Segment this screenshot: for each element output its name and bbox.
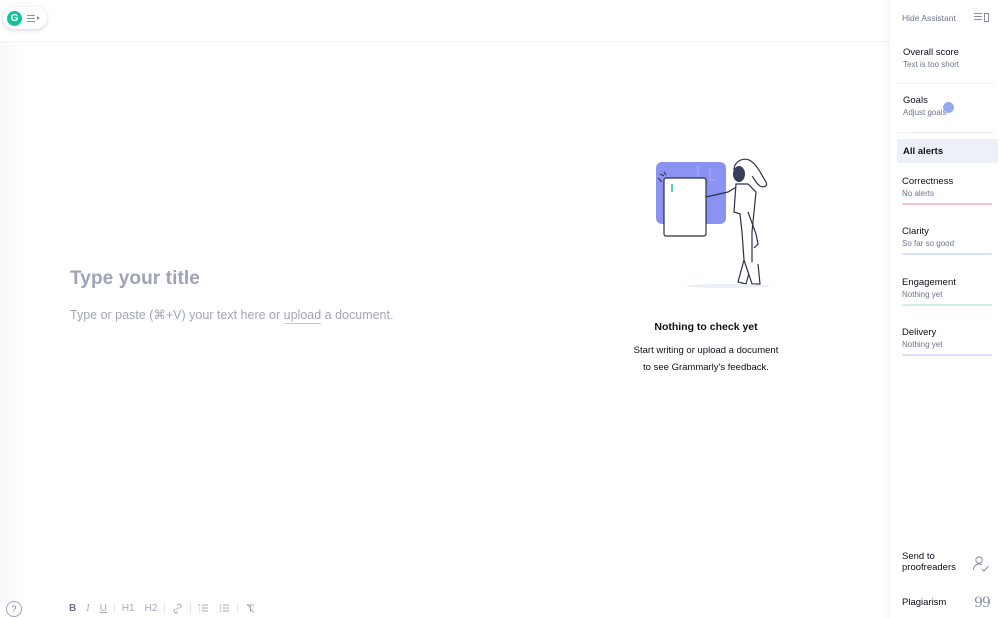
quote-icon[interactable]: 99 bbox=[974, 596, 991, 610]
upload-link[interactable]: upload bbox=[283, 308, 322, 324]
category-bar bbox=[902, 253, 992, 255]
underline-button[interactable]: U bbox=[100, 600, 107, 616]
heading2-button[interactable]: H2 bbox=[145, 600, 158, 616]
hide-assistant-button[interactable]: Hide Assistant bbox=[902, 13, 956, 23]
category-bar bbox=[902, 304, 992, 306]
category-correctness[interactable]: Correctness No alerts bbox=[902, 176, 992, 205]
body-placeholder-text: Type or paste (⌘+V) your text here or bbox=[70, 308, 284, 322]
grammarly-menu-button[interactable]: G bbox=[3, 7, 47, 29]
empty-state-title: Nothing to check yet bbox=[654, 321, 758, 333]
proofreader-icon[interactable] bbox=[972, 555, 990, 573]
toolbar-divider bbox=[237, 603, 239, 613]
bullet-list-icon bbox=[220, 604, 230, 612]
body-input[interactable]: Type or paste (⌘+V) your text here or up… bbox=[70, 307, 394, 324]
overall-score[interactable]: Overall score Text is too short bbox=[903, 47, 959, 69]
assistant-sidebar: Hide Assistant Overall score Text is too… bbox=[890, 0, 1000, 618]
formatting-toolbar: B I U H1 H2 bbox=[64, 600, 261, 616]
category-status: Nothing yet bbox=[902, 340, 943, 349]
empty-state-description: Start writing or upload a document bbox=[633, 345, 779, 356]
grammarly-logo-icon: G bbox=[7, 10, 22, 26]
toolbar-divider bbox=[164, 603, 166, 613]
goals-label: Goals bbox=[903, 95, 928, 106]
adjust-goals-link[interactable]: Adjust goals bbox=[903, 108, 947, 117]
goals[interactable]: Goals Adjust goals bbox=[903, 95, 947, 117]
category-status: So far so good bbox=[902, 239, 955, 248]
category-label: Correctness bbox=[902, 176, 954, 187]
plagiarism-button[interactable]: Plagiarism bbox=[902, 597, 946, 608]
sidebar-divider bbox=[898, 132, 994, 133]
send-to-proofreaders-label: Send to bbox=[902, 551, 935, 562]
ordered-list-icon bbox=[198, 604, 209, 612]
sidebar-toggle-icon[interactable] bbox=[974, 13, 990, 22]
category-engagement[interactable]: Engagement Nothing yet bbox=[902, 277, 992, 306]
sidebar-divider bbox=[898, 83, 994, 84]
editor-left-shade bbox=[0, 42, 22, 602]
all-alerts-tab[interactable]: All alerts bbox=[897, 139, 998, 163]
ordered-list-button[interactable] bbox=[198, 600, 209, 616]
title-input[interactable]: Type your title bbox=[70, 268, 200, 290]
category-bar bbox=[902, 354, 992, 356]
help-button[interactable]: ? bbox=[6, 601, 22, 617]
send-to-proofreaders-button[interactable]: Send to proofreaders bbox=[902, 551, 956, 573]
category-bar bbox=[902, 203, 992, 205]
category-delivery[interactable]: Delivery Nothing yet bbox=[902, 327, 992, 356]
overall-score-label: Overall score bbox=[903, 47, 959, 58]
bullet-list-button[interactable] bbox=[219, 600, 230, 616]
editor[interactable]: G Type your title Type or paste (⌘+V) yo… bbox=[0, 0, 890, 618]
category-clarity[interactable]: Clarity So far so good bbox=[902, 226, 992, 255]
send-to-proofreaders-label-2: proofreaders bbox=[902, 562, 956, 573]
overall-score-status: Text is too short bbox=[903, 60, 960, 69]
category-label: Engagement bbox=[902, 277, 956, 288]
category-label: Clarity bbox=[902, 226, 929, 237]
link-icon bbox=[173, 603, 182, 613]
category-label: Delivery bbox=[902, 327, 937, 338]
bold-button[interactable]: B bbox=[69, 600, 76, 616]
body-placeholder-text-end: a document. bbox=[321, 308, 394, 322]
clear-format-button[interactable] bbox=[245, 600, 256, 616]
heading1-button[interactable]: H1 bbox=[122, 600, 135, 616]
editor-top-divider bbox=[0, 41, 890, 42]
chevron-right-icon bbox=[37, 16, 40, 20]
category-status: Nothing yet bbox=[902, 290, 943, 299]
link-button[interactable] bbox=[172, 600, 183, 616]
clear-format-icon bbox=[247, 603, 255, 613]
menu-icon bbox=[27, 14, 35, 22]
toolbar-divider bbox=[190, 603, 192, 613]
toolbar-divider bbox=[113, 603, 115, 613]
italic-button[interactable]: I bbox=[86, 600, 89, 616]
goals-indicator-dot bbox=[943, 102, 954, 113]
category-status: No alerts bbox=[902, 189, 935, 198]
empty-state-illustration bbox=[656, 158, 770, 288]
empty-state-description-2: to see Grammarly's feedback. bbox=[643, 362, 769, 373]
